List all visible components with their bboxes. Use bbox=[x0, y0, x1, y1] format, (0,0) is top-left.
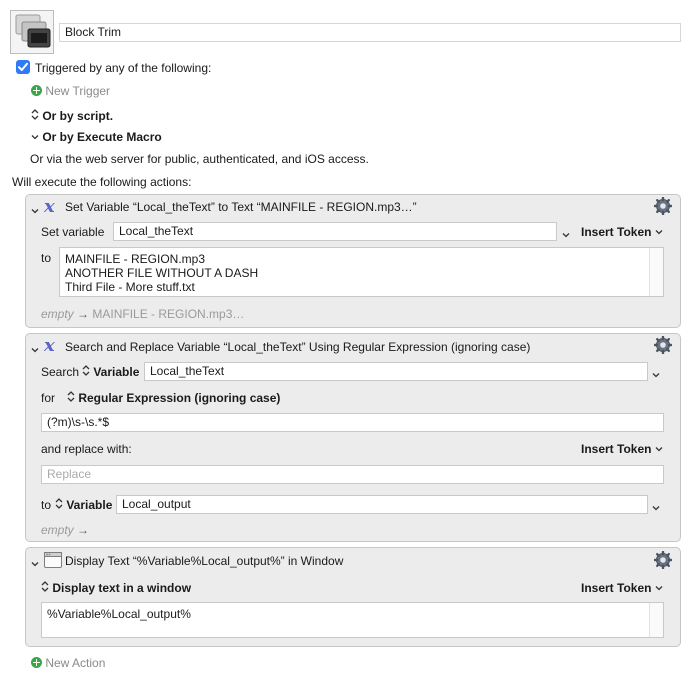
replace-field[interactable]: Replace bbox=[41, 465, 664, 484]
regex-type-popup[interactable]: Regular Expression (ignoring case) bbox=[67, 391, 280, 405]
actions-header: Will execute the following actions: bbox=[12, 175, 192, 189]
action-title: Set Variable “Local_theText” to Text “MA… bbox=[65, 200, 417, 214]
arrow-right-icon: → bbox=[77, 523, 90, 537]
new-trigger-label: New Trigger bbox=[45, 84, 111, 98]
search-type-popup[interactable]: Variable bbox=[82, 365, 139, 379]
regex-field[interactable]: (?m)\s-\s.*$ bbox=[41, 413, 664, 432]
result-empty: empty bbox=[41, 307, 74, 321]
triggered-label: Triggered by any of the following: bbox=[35, 61, 212, 75]
collapse-chevron-icon[interactable] bbox=[31, 343, 39, 353]
variable-x-icon: x bbox=[44, 335, 55, 356]
window-icon bbox=[44, 552, 62, 568]
by-script-item[interactable]: Or by script. bbox=[31, 109, 113, 123]
insert-token-label: Insert Token bbox=[581, 442, 652, 456]
search-variable-field[interactable]: Local_theText bbox=[144, 362, 648, 381]
variable-x-icon: x bbox=[44, 196, 55, 217]
display-mode-label: Display text in a window bbox=[52, 581, 192, 595]
result-preview: empty → bbox=[41, 523, 89, 537]
collapse-chevron-icon[interactable] bbox=[31, 204, 39, 214]
to-type-popup[interactable]: Variable bbox=[55, 498, 112, 512]
scrollbar[interactable] bbox=[649, 603, 663, 637]
macro-icon[interactable] bbox=[10, 10, 54, 54]
updown-chevron-icon bbox=[41, 581, 49, 592]
display-text-area[interactable]: %Variable%Local_output% bbox=[41, 602, 664, 638]
to-label: to bbox=[41, 498, 52, 512]
insert-token-button[interactable]: Insert Token bbox=[581, 442, 663, 456]
text-line: Third File - More stuff.txt bbox=[65, 280, 195, 294]
updown-chevron-icon bbox=[82, 365, 90, 376]
variable-dropdown-chevron-icon[interactable] bbox=[652, 501, 660, 515]
add-icon bbox=[31, 657, 42, 668]
output-variable-field[interactable]: Local_output bbox=[116, 495, 648, 514]
text-line: %Variable%Local_output% bbox=[47, 607, 191, 621]
gear-icon[interactable] bbox=[654, 197, 672, 215]
text-line: ANOTHER FILE WITHOUT A DASH bbox=[65, 266, 259, 280]
checkmark-icon bbox=[18, 62, 28, 71]
updown-chevron-icon bbox=[55, 498, 63, 509]
search-label: Search bbox=[41, 365, 80, 379]
web-server-text: Or via the web server for public, authen… bbox=[30, 152, 369, 166]
chevron-down-icon bbox=[655, 230, 663, 235]
action-title: Search and Replace Variable “Local_theTe… bbox=[65, 340, 531, 354]
collapse-chevron-icon[interactable] bbox=[31, 557, 39, 567]
search-type-label: Variable bbox=[93, 365, 140, 379]
chevron-down-icon bbox=[31, 130, 39, 144]
new-action-label: New Action bbox=[45, 656, 106, 670]
new-action-button[interactable]: New Action bbox=[31, 656, 105, 670]
action-title: Display Text “%Variable%Local_output%” i… bbox=[65, 554, 344, 568]
insert-token-label: Insert Token bbox=[581, 225, 652, 239]
result-empty: empty bbox=[41, 523, 74, 537]
updown-chevron-icon bbox=[31, 109, 39, 123]
updown-chevron-icon bbox=[67, 391, 75, 402]
to-label: to bbox=[41, 251, 52, 265]
variable-dropdown-chevron-icon[interactable] bbox=[652, 368, 660, 382]
replace-with-label: and replace with: bbox=[41, 442, 132, 456]
for-label: for bbox=[41, 391, 56, 405]
insert-token-label: Insert Token bbox=[581, 581, 652, 595]
variable-dropdown-chevron-icon[interactable] bbox=[562, 228, 570, 242]
result-value: MAINFILE - REGION.mp3… bbox=[92, 307, 245, 321]
regex-type-label: Regular Expression (ignoring case) bbox=[78, 391, 281, 405]
insert-token-button[interactable]: Insert Token bbox=[581, 581, 663, 595]
arrow-right-icon: → bbox=[77, 307, 90, 321]
text-line: MAINFILE - REGION.mp3 bbox=[65, 252, 206, 266]
by-execute-macro-item[interactable]: Or by Execute Macro bbox=[31, 130, 162, 144]
add-icon bbox=[31, 85, 42, 96]
action-search-replace: x Search and Replace Variable “Local_the… bbox=[25, 333, 681, 542]
display-mode-popup[interactable]: Display text in a window bbox=[41, 581, 191, 595]
by-script-label: Or by script. bbox=[42, 109, 114, 123]
triggered-checkbox[interactable] bbox=[16, 60, 30, 74]
chevron-down-icon bbox=[655, 447, 663, 452]
set-variable-label: Set variable bbox=[41, 225, 105, 239]
variable-name-field[interactable]: Local_theText bbox=[113, 222, 557, 241]
action-set-variable: x Set Variable “Local_theText” to Text “… bbox=[25, 194, 681, 328]
gear-icon[interactable] bbox=[654, 551, 672, 569]
by-execute-macro-label: Or by Execute Macro bbox=[42, 130, 162, 144]
scrollbar[interactable] bbox=[649, 248, 663, 296]
macro-group-icon bbox=[15, 14, 51, 48]
action-display-text: Display Text “%Variable%Local_output%” i… bbox=[25, 547, 681, 647]
gear-icon[interactable] bbox=[654, 336, 672, 354]
to-type-label: Variable bbox=[66, 498, 113, 512]
new-trigger-button[interactable]: New Trigger bbox=[31, 84, 110, 98]
text-value-area[interactable]: MAINFILE - REGION.mp3 ANOTHER FILE WITHO… bbox=[59, 247, 664, 297]
insert-token-button[interactable]: Insert Token bbox=[581, 225, 663, 239]
result-preview: empty → MAINFILE - REGION.mp3… bbox=[41, 307, 244, 321]
chevron-down-icon bbox=[655, 586, 663, 591]
macro-name-field[interactable]: Block Trim bbox=[59, 23, 681, 42]
